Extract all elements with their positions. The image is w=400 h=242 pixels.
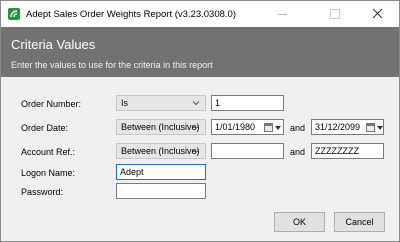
order-date-label: Order Date:	[21, 123, 69, 133]
dropdown-arrow-icon[interactable]	[275, 126, 281, 130]
order-date-operator-select[interactable]: Between (Inclusive)	[116, 119, 206, 135]
order-date-to-value: 31/12/2099	[315, 122, 361, 132]
minimize-button[interactable]	[265, 1, 299, 27]
order-number-operator-select[interactable]: Is	[116, 95, 206, 111]
order-date-to-picker[interactable]: 31/12/2099	[311, 119, 384, 135]
criteria-form: Order Number: Is 1 Order Date: Between (…	[1, 77, 399, 241]
account-ref-label: Account Ref.:	[21, 147, 76, 157]
account-ref-operator-value: Between (Inclusive)	[121, 146, 200, 156]
title-bar[interactable]: Adept Sales Order Weights Report (v3.23.…	[1, 1, 399, 27]
header-subtitle: Enter the values to use for the criteria…	[11, 60, 213, 70]
order-date-and-label: and	[290, 123, 306, 133]
criteria-header: Criteria Values Enter the values to use …	[1, 27, 399, 77]
order-number-label: Order Number:	[21, 99, 82, 109]
chevron-down-icon	[192, 149, 200, 154]
order-number-value: 1	[215, 98, 221, 108]
close-icon	[372, 8, 383, 19]
account-ref-to-value: ZZZZZZZZ	[315, 146, 359, 156]
cancel-button[interactable]: Cancel	[334, 212, 385, 232]
ok-button[interactable]: OK	[274, 212, 325, 232]
password-input[interactable]	[116, 183, 206, 199]
order-date-from-picker[interactable]: 1/01/1980	[211, 119, 284, 135]
order-date-from-value: 1/01/1980	[215, 122, 256, 132]
maximize-button[interactable]	[317, 1, 351, 27]
order-number-input[interactable]: 1	[211, 95, 284, 111]
dropdown-arrow-icon[interactable]	[377, 126, 383, 130]
logon-name-value: Adept	[120, 167, 144, 177]
chevron-down-icon	[192, 101, 200, 106]
window-title: Adept Sales Order Weights Report (v3.23.…	[26, 9, 236, 20]
app-logo-icon	[8, 8, 20, 20]
logon-name-label: Logon Name:	[21, 168, 76, 178]
chevron-down-icon	[192, 125, 200, 130]
logon-name-input[interactable]: Adept	[116, 164, 206, 180]
report-dialog: Adept Sales Order Weights Report (v3.23.…	[0, 0, 400, 242]
header-title: Criteria Values	[11, 37, 96, 52]
password-label: Password:	[21, 187, 64, 197]
account-ref-operator-select[interactable]: Between (Inclusive)	[116, 143, 206, 159]
calendar-icon[interactable]	[366, 123, 375, 132]
order-number-operator-value: Is	[121, 98, 129, 108]
account-ref-from-input[interactable]	[211, 143, 284, 159]
order-date-operator-value: Between (Inclusive)	[121, 122, 200, 132]
account-ref-and-label: and	[290, 147, 306, 157]
close-button[interactable]	[361, 1, 395, 27]
account-ref-to-input[interactable]: ZZZZZZZZ	[311, 143, 384, 159]
calendar-icon[interactable]	[264, 123, 273, 132]
